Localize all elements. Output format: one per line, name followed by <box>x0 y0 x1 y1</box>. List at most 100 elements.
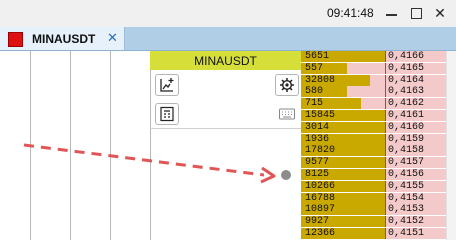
volume-bar <box>361 98 385 110</box>
dashed-arrow-annotation <box>23 143 276 184</box>
price-cell: 0,4165 <box>386 62 446 74</box>
workspace: MINAUSDT 5651 0,4166 557 0,4165 32808 0,… <box>0 51 456 240</box>
order-book-row[interactable]: 16788 0,4154 <box>301 192 456 204</box>
price-value: 0,4153 <box>388 204 425 216</box>
price-value: 0,4158 <box>388 145 425 157</box>
price-value: 0,4152 <box>388 216 425 228</box>
price-value: 0,4162 <box>388 98 425 110</box>
quantity-cell: 16788 <box>301 192 385 204</box>
price-value: 0,4154 <box>388 192 425 204</box>
price-cell: 0,4166 <box>386 51 446 62</box>
quantity-value: 580 <box>305 86 324 98</box>
order-book-row[interactable]: 557 0,4165 <box>301 62 456 74</box>
price-cell: 0,4158 <box>386 145 446 157</box>
clock: 09:41:48 <box>327 6 374 20</box>
order-book-row[interactable]: 10266 0,4155 <box>301 180 456 192</box>
volume-bar <box>347 86 385 98</box>
order-book-row[interactable]: 715 0,4162 <box>301 98 456 110</box>
quantity-value: 715 <box>305 98 324 110</box>
quantity-cell: 8125 <box>301 169 385 180</box>
quantity-cell: 5651 <box>301 51 385 62</box>
price-cell: 0,4159 <box>386 133 446 145</box>
quantity-cell: 10897 <box>301 204 385 216</box>
price-value: 0,4159 <box>388 133 425 145</box>
price-cell: 0,4152 <box>386 216 446 228</box>
close-window-button[interactable]: ✕ <box>430 4 450 22</box>
maximize-icon <box>410 7 422 19</box>
minimize-button[interactable] <box>381 4 401 22</box>
price-cell: 0,4157 <box>386 157 446 169</box>
order-book-row[interactable]: 15845 0,4161 <box>301 110 456 121</box>
price-value: 0,4157 <box>388 157 425 169</box>
quantity-cell: 10266 <box>301 180 385 192</box>
close-icon: ✕ <box>434 4 446 21</box>
volume-bar <box>347 62 385 74</box>
quantity-value: 16788 <box>305 192 336 204</box>
volume-bar <box>369 74 385 86</box>
quantity-cell: 9927 <box>301 216 385 228</box>
tab-close-icon[interactable]: ✕ <box>107 30 118 46</box>
price-value: 0,4161 <box>388 110 425 121</box>
order-book-row[interactable]: 8125 0,4156 <box>301 169 456 180</box>
quantity-cell: 15845 <box>301 110 385 121</box>
price-cell: 0,4153 <box>386 204 446 216</box>
price-value: 0,4156 <box>388 169 425 180</box>
quantity-value: 557 <box>305 62 324 74</box>
tab-strip: MINAUSDT ✕ <box>0 27 456 51</box>
quantity-value: 10897 <box>305 204 336 216</box>
minimize-icon <box>385 14 397 16</box>
quantity-cell: 3014 <box>301 121 385 133</box>
tab-minausdt[interactable]: MINAUSDT ✕ <box>0 27 125 50</box>
price-value: 0,4160 <box>388 121 425 133</box>
quantity-value: 8125 <box>305 169 330 180</box>
price-cell: 0,4161 <box>386 110 446 121</box>
order-book-row[interactable]: 5651 0,4166 <box>301 51 456 62</box>
quantity-value: 32808 <box>305 74 336 86</box>
order-book-row[interactable]: 9927 0,4152 <box>301 216 456 228</box>
quantity-value: 3014 <box>305 121 330 133</box>
tab-color-swatch <box>8 32 23 47</box>
maximize-button[interactable] <box>406 4 426 22</box>
order-book: 5651 0,4166 557 0,4165 32808 0,4164 580 0,4163 7… <box>301 51 456 240</box>
quantity-value: 9927 <box>305 216 330 228</box>
price-cell: 0,4164 <box>386 74 446 86</box>
price-value: 0,4151 <box>388 228 425 239</box>
quantity-value: 12366 <box>305 228 336 239</box>
quantity-cell: 580 <box>301 86 385 98</box>
quantity-cell: 32808 <box>301 74 385 86</box>
quantity-cell: 12366 <box>301 228 385 239</box>
quantity-cell: 715 <box>301 98 385 110</box>
price-cell: 0,4154 <box>386 192 446 204</box>
price-value: 0,4166 <box>388 51 425 62</box>
quantity-value: 1936 <box>305 133 330 145</box>
order-book-row[interactable]: 32808 0,4164 <box>301 74 456 86</box>
quantity-value: 17820 <box>305 145 336 157</box>
quantity-cell: 557 <box>301 62 385 74</box>
order-book-row[interactable]: 1936 0,4159 <box>301 133 456 145</box>
price-cell: 0,4160 <box>386 121 446 133</box>
order-book-row[interactable]: 580 0,4163 <box>301 86 456 98</box>
title-bar: 09:41:48 ✕ <box>0 0 456 27</box>
price-value: 0,4164 <box>388 74 425 86</box>
quantity-value: 5651 <box>305 51 330 62</box>
tab-label: MINAUSDT <box>32 32 96 46</box>
order-book-row[interactable]: 9577 0,4157 <box>301 157 456 169</box>
order-book-row[interactable]: 3014 0,4160 <box>301 121 456 133</box>
quantity-value: 9577 <box>305 157 330 169</box>
price-value: 0,4163 <box>388 86 425 98</box>
quantity-value: 10266 <box>305 180 336 192</box>
quantity-cell: 17820 <box>301 145 385 157</box>
order-book-row[interactable]: 17820 0,4158 <box>301 145 456 157</box>
price-value: 0,4165 <box>388 62 425 74</box>
cursor-dot <box>281 170 291 180</box>
price-cell: 0,4156 <box>386 169 446 180</box>
price-cell: 0,4163 <box>386 86 446 98</box>
quantity-cell: 1936 <box>301 133 385 145</box>
price-cell: 0,4155 <box>386 180 446 192</box>
price-cell: 0,4151 <box>386 228 446 239</box>
order-book-row[interactable]: 12366 0,4151 <box>301 228 456 239</box>
price-value: 0,4155 <box>388 180 425 192</box>
order-book-scrollbar[interactable] <box>446 51 456 240</box>
quantity-value: 15845 <box>305 110 336 121</box>
order-book-row[interactable]: 10897 0,4153 <box>301 204 456 216</box>
